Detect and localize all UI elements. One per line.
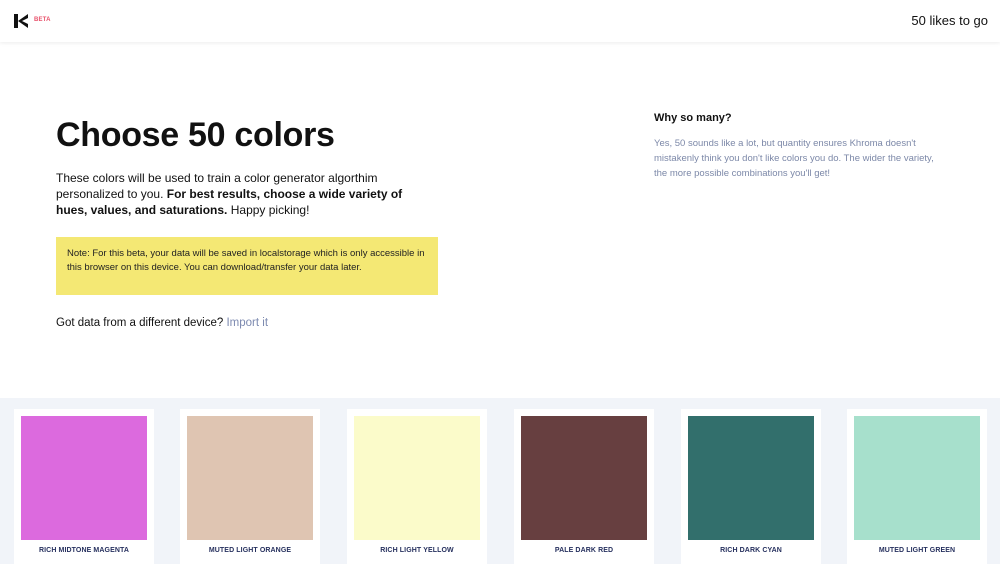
intro-text: These colors will be used to train a col…	[56, 170, 436, 218]
khroma-logo-icon[interactable]	[14, 14, 28, 28]
swatch-card[interactable]: RICH DARK CYAN	[681, 409, 821, 564]
top-bar: BETA 50 likes to go	[0, 0, 1000, 42]
swatch-card[interactable]: RICH MIDTONE MAGENTA	[14, 409, 154, 564]
import-prompt: Got data from a different device?	[56, 317, 224, 329]
swatch-label: RICH LIGHT YELLOW	[380, 547, 454, 554]
why-title: Why so many?	[654, 112, 732, 124]
swatch-label: RICH MIDTONE MAGENTA	[38, 547, 130, 554]
color-swatch[interactable]	[187, 416, 313, 540]
swatch-label: PALE DARK RED	[554, 547, 614, 554]
swatch-card[interactable]: PALE DARK RED	[514, 409, 654, 564]
color-swatch[interactable]	[521, 416, 647, 540]
intro-tail: Happy picking!	[230, 203, 310, 217]
color-swatch[interactable]	[21, 416, 147, 540]
likes-counter: 50 likes to go	[911, 13, 988, 28]
swatch-card[interactable]: MUTED LIGHT ORANGE	[180, 409, 320, 564]
color-swatch[interactable]	[688, 416, 814, 540]
swatch-card[interactable]: MUTED LIGHT GREEN	[847, 409, 987, 564]
swatch-label: MUTED LIGHT ORANGE	[208, 547, 292, 554]
color-swatch[interactable]	[854, 416, 980, 540]
why-text: Yes, 50 sounds like a lot, but quantity …	[654, 138, 934, 179]
page-title: Choose 50 colors	[56, 116, 335, 154]
beta-badge: BETA	[34, 17, 51, 23]
swatch-label: MUTED LIGHT GREEN	[878, 547, 956, 554]
swatch-label: RICH DARK CYAN	[720, 547, 782, 554]
swatch-card[interactable]: RICH LIGHT YELLOW	[347, 409, 487, 564]
beta-note: Note: For this beta, your data will be s…	[56, 237, 438, 295]
import-line: Got data from a different device? Import…	[56, 317, 268, 329]
import-link[interactable]: Import it	[226, 317, 268, 329]
color-swatch[interactable]	[354, 416, 480, 540]
